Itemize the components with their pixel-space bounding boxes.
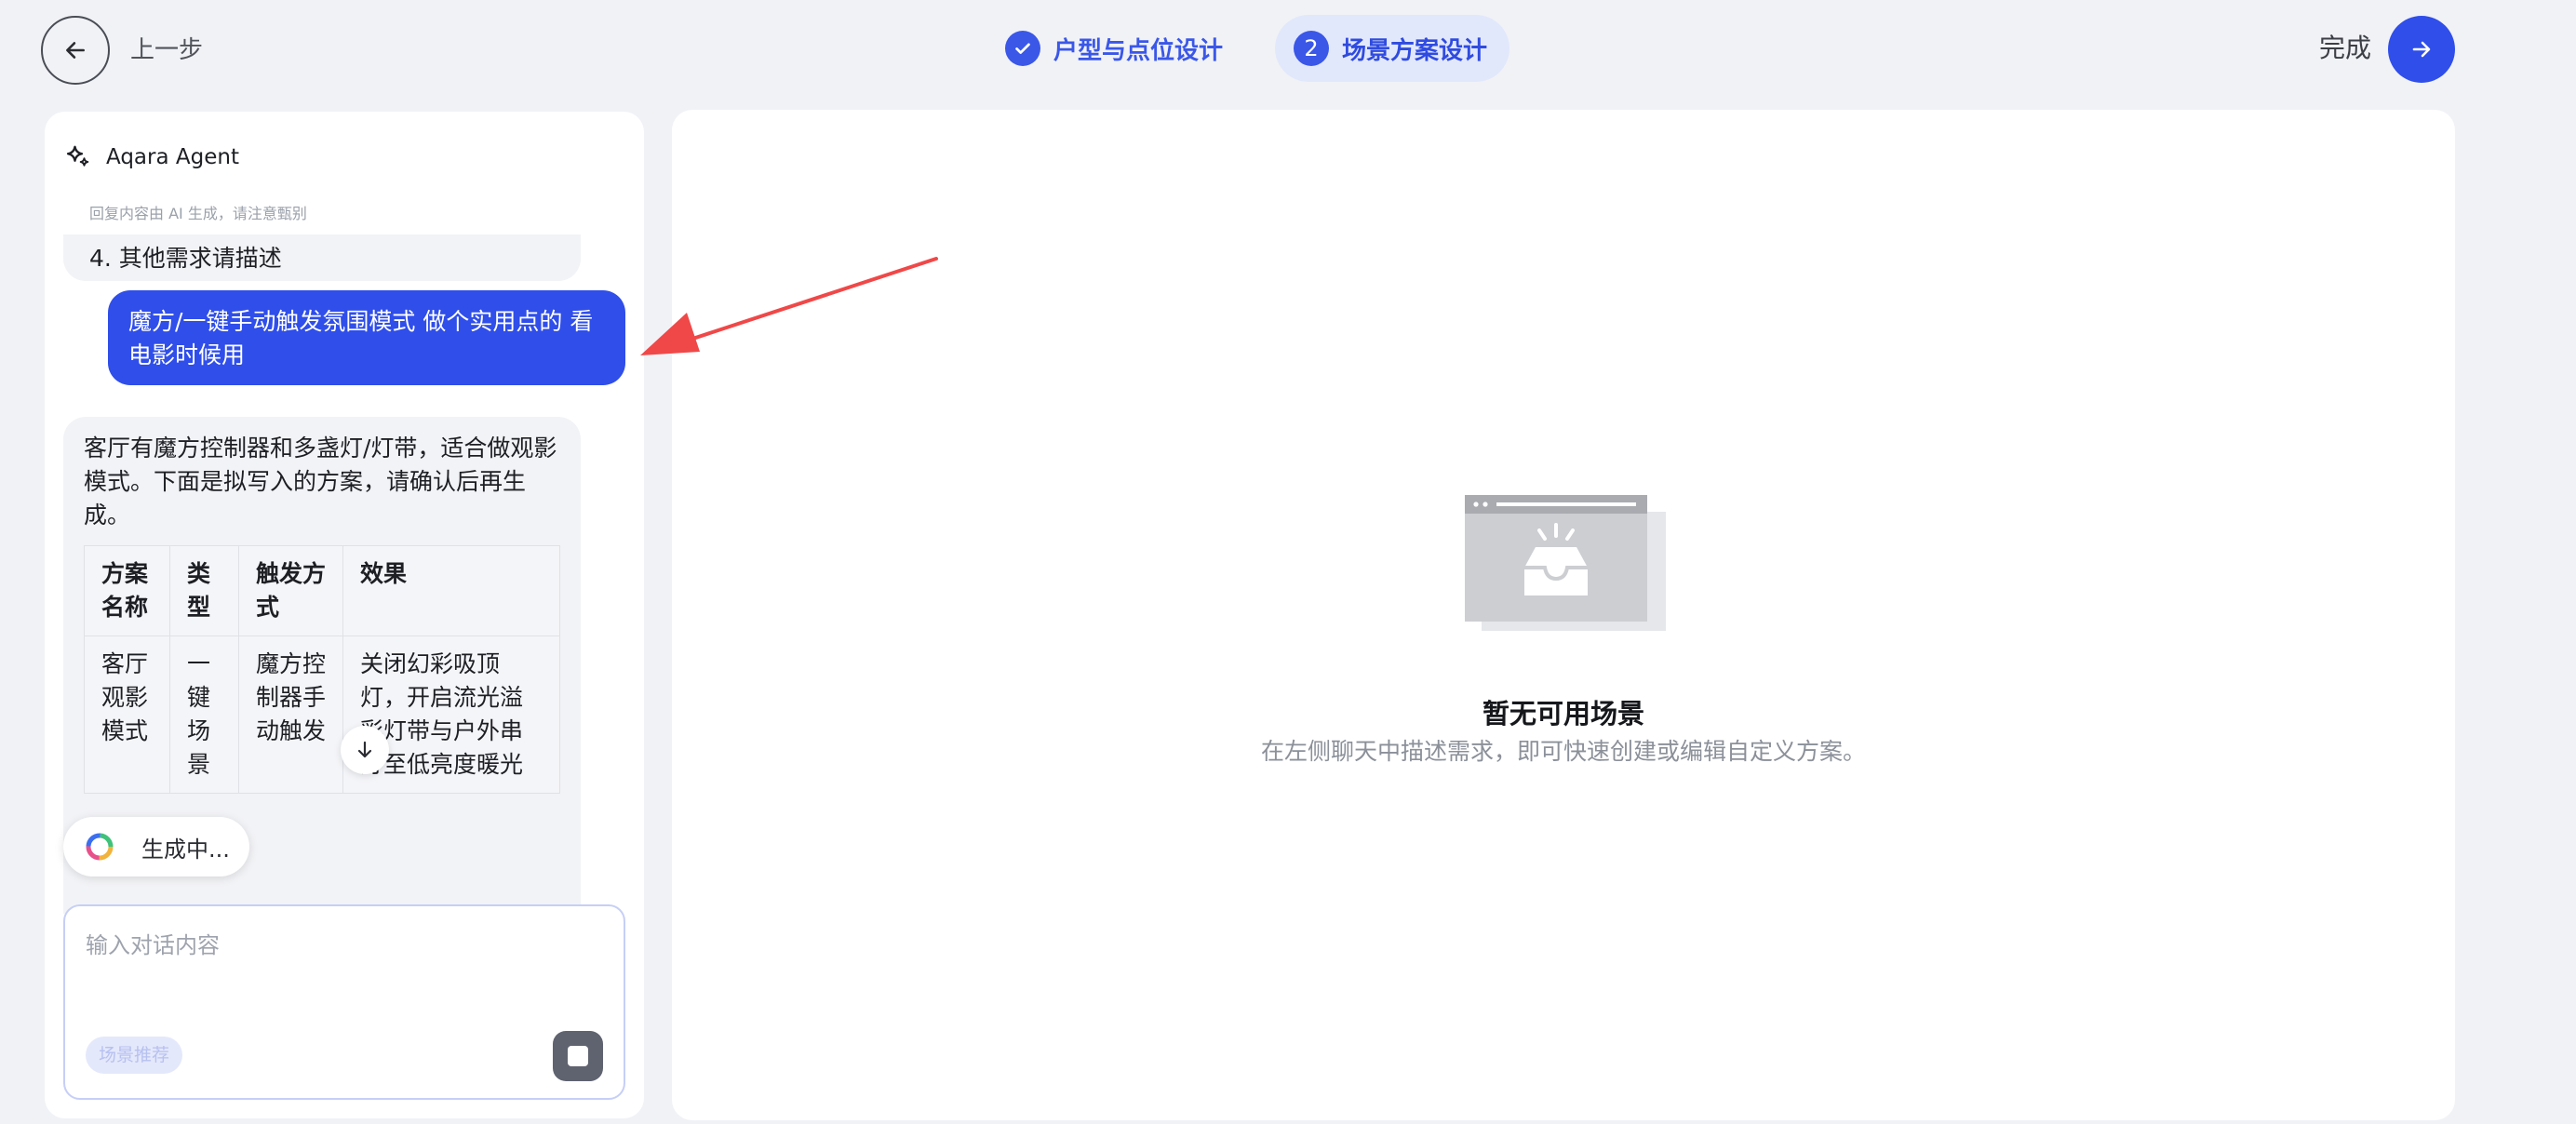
- check-icon: [1005, 31, 1040, 66]
- back-button[interactable]: [41, 16, 110, 85]
- sparkle-icon: [66, 145, 89, 167]
- done-label[interactable]: 完成: [2319, 32, 2371, 65]
- arrow-right-icon: [2412, 41, 2431, 58]
- table-cell: 一键场景: [169, 636, 239, 794]
- step-floorplan[interactable]: 户型与点位设计: [986, 15, 1245, 82]
- user-message: 魔方/一键手动触发氛围模式 做个实用点的 看电影时候用: [108, 290, 625, 385]
- agent-header: Aqara Agent: [63, 143, 239, 171]
- step-scene-design[interactable]: 2 场景方案设计: [1275, 15, 1510, 82]
- table-header: 效果: [342, 545, 560, 636]
- generating-status: 生成中...: [63, 817, 249, 876]
- table-header: 触发方式: [238, 545, 343, 636]
- stop-icon: [568, 1046, 588, 1066]
- chat-input[interactable]: [86, 932, 588, 958]
- scroll-to-bottom-button[interactable]: [341, 726, 389, 774]
- table-header: 方案名称: [84, 545, 170, 636]
- plan-table: 方案名称 类型 触发方式 效果 客厅观影模式 一键场景 魔方控制器手动触发 关闭…: [84, 545, 560, 794]
- step-floorplan-label: 户型与点位设计: [1053, 36, 1224, 65]
- chat-panel: Aqara Agent 回复内容由 AI 生成，请注意甄别 4. 其他需求请描述…: [45, 112, 644, 1118]
- table-cell: 客厅观影模式: [84, 636, 170, 794]
- done-button[interactable]: [2388, 16, 2455, 83]
- arrow-left-icon: [66, 42, 85, 59]
- table-header: 类型: [169, 545, 239, 636]
- chat-input-box[interactable]: 场景推荐: [63, 904, 625, 1100]
- step-number-badge: 2: [1294, 31, 1329, 66]
- empty-state-title: 暂无可用场景: [1482, 698, 1644, 729]
- bot-message-text: 客厅有魔方控制器和多盏灯/灯带，适合做观影模式。下面是拟写入的方案，请确认后再生…: [84, 435, 557, 529]
- spinner-icon: [86, 833, 114, 861]
- step-scene-design-label: 场景方案设计: [1342, 36, 1488, 65]
- table-row: 客厅观影模式 一键场景 魔方控制器手动触发 关闭幻彩吸顶灯，开启流光溢彩灯带与户…: [84, 636, 560, 794]
- annotation-arrow: [640, 257, 938, 355]
- empty-state-description: 在左侧聊天中描述需求，即可快速创建或编辑自定义方案。: [1260, 738, 1866, 765]
- arrow-down-icon: [357, 741, 372, 758]
- message-list[interactable]: 4. 其他需求请描述 魔方/一键手动触发氛围模式 做个实用点的 看电影时候用 客…: [45, 234, 644, 914]
- bot-message-previous: 4. 其他需求请描述: [63, 234, 581, 281]
- generating-label: 生成中...: [141, 836, 230, 863]
- stop-generation-button[interactable]: [553, 1031, 603, 1081]
- table-cell: 魔方控制器手动触发: [238, 636, 343, 794]
- back-label[interactable]: 上一步: [130, 33, 203, 67]
- ai-disclaimer: 回复内容由 AI 生成，请注意甄别: [89, 205, 307, 222]
- scene-recommend-chip[interactable]: 场景推荐: [86, 1037, 183, 1074]
- agent-name: Aqara Agent: [106, 145, 239, 169]
- empty-inbox-illustration: [1465, 495, 1666, 631]
